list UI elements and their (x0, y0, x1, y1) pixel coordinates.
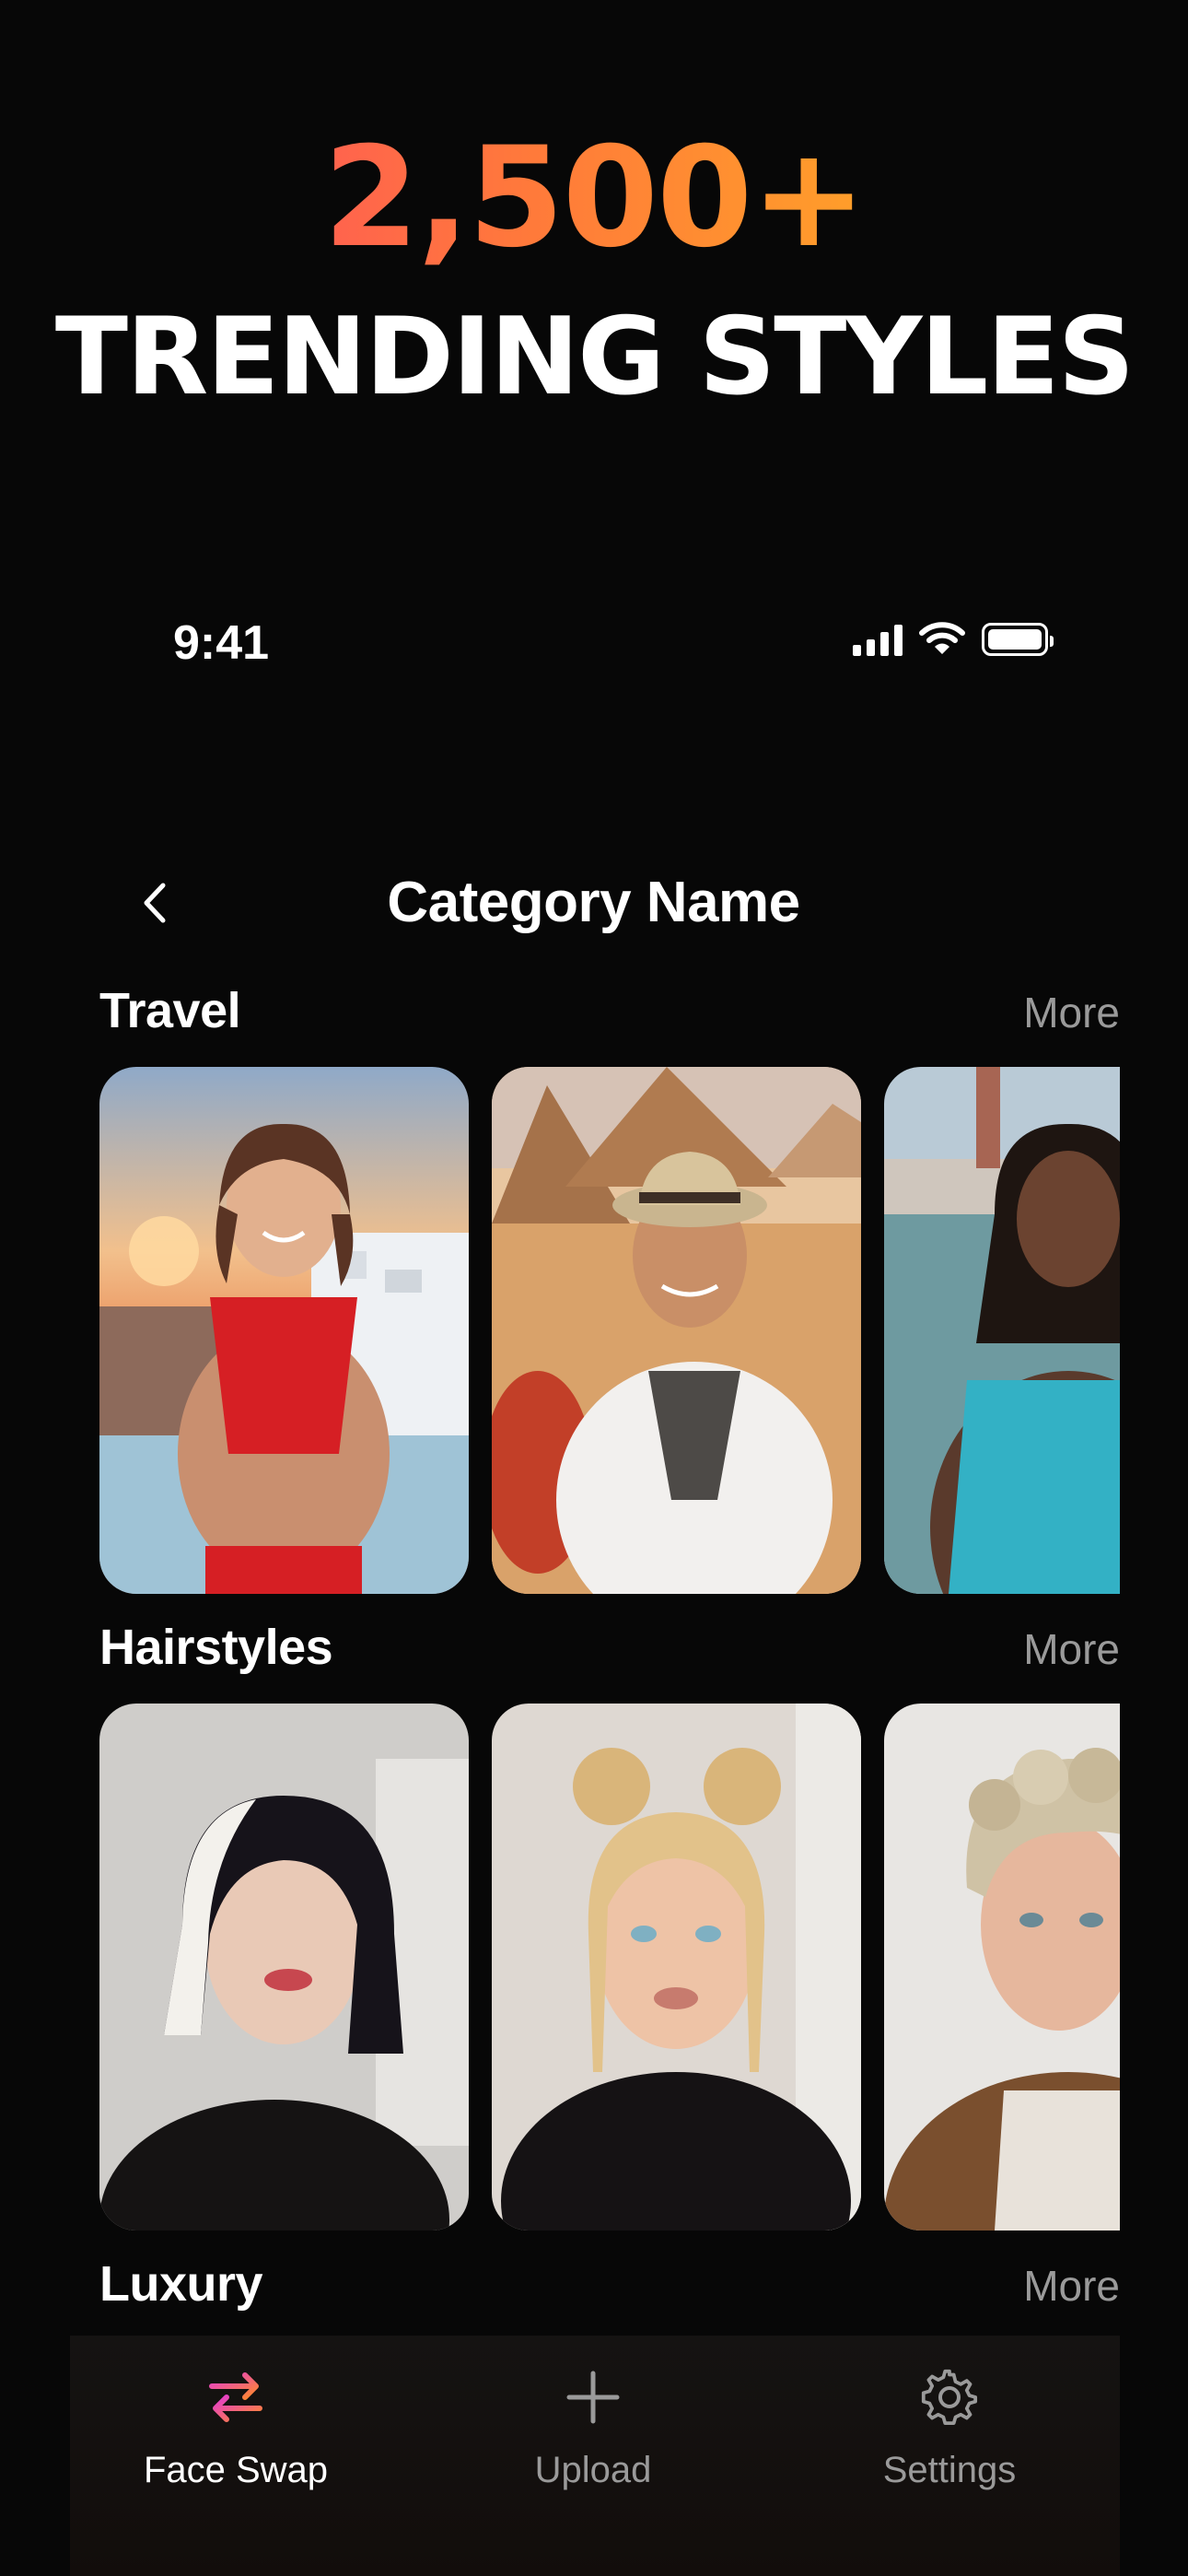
status-icons (853, 621, 1054, 656)
tab-bar: Face Swap Upload Settings (70, 2336, 1120, 2576)
promo-headline: TRENDING STYLES (54, 295, 1135, 419)
style-card-santorini[interactable] (99, 1067, 469, 1594)
more-link-travel[interactable]: More (1023, 988, 1120, 1037)
plus-icon (566, 2371, 620, 2424)
style-card-space-buns[interactable] (492, 1704, 861, 2231)
promo-count: 2,500+ (0, 129, 1188, 267)
swap-arrows-icon (209, 2372, 262, 2422)
page-title: Category Name (387, 871, 800, 934)
section-title: Hairstyles (99, 1620, 333, 1675)
section-title: Luxury (99, 2256, 263, 2312)
card-strip-hairstyles[interactable] (99, 1704, 1120, 2231)
style-card-pyramids[interactable] (492, 1067, 861, 1594)
section-luxury: Luxury More (99, 2255, 1120, 2320)
status-bar: 9:41 (99, 610, 1054, 674)
gear-icon (921, 2369, 978, 2426)
promo-banner: 2,500+ TRENDING STYLES (0, 129, 1188, 411)
tab-label: Settings (882, 2450, 1017, 2490)
card-strip-travel[interactable] (99, 1067, 1120, 1594)
section-travel: Travel More (99, 982, 1120, 1594)
style-card-venice[interactable] (884, 1067, 1120, 1594)
wifi-icon (919, 622, 965, 654)
battery-icon (982, 623, 1054, 656)
style-card-two-tone-bob[interactable] (99, 1704, 469, 2231)
tab-label: Upload (534, 2450, 652, 2490)
section-title: Travel (99, 983, 241, 1038)
more-link-luxury[interactable]: More (1023, 2261, 1120, 2311)
style-card-curly-blond[interactable] (884, 1704, 1120, 2231)
status-time: 9:41 (173, 616, 270, 670)
tab-face-swap[interactable]: Face Swap (98, 2361, 374, 2491)
tab-label: Face Swap (143, 2450, 329, 2490)
signal-icon (853, 623, 903, 656)
section-hairstyles: Hairstyles More (99, 1619, 1120, 2231)
nav-header: Category Name (99, 866, 1112, 940)
more-link-hairstyles[interactable]: More (1023, 1624, 1120, 1674)
tab-settings[interactable]: Settings (811, 2361, 1088, 2491)
tab-upload[interactable]: Upload (455, 2361, 731, 2491)
